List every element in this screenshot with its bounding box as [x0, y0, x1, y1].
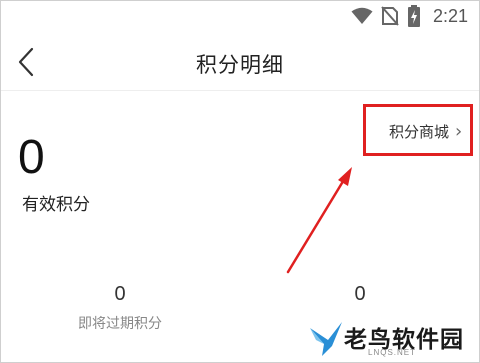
annotation-highlight-box [363, 104, 473, 156]
wifi-icon [351, 7, 373, 24]
status-bar: 2:21 [0, 0, 480, 32]
watermark-subtext: LNQS.NET [368, 348, 417, 357]
no-sim-icon [381, 6, 399, 26]
valid-points-value: 0 [18, 131, 45, 184]
second-points-value: 0 [354, 283, 366, 305]
header-divider [0, 90, 480, 91]
expiring-points-label: 即将过期积分 [78, 316, 162, 332]
expiring-points-value: 0 [114, 283, 126, 305]
battery-charging-icon [407, 5, 420, 27]
page-title: 积分明细 [196, 53, 284, 77]
status-time: 2:21 [432, 5, 468, 26]
bird-logo-icon [310, 322, 342, 356]
nav-bar: 积分明细 [0, 32, 480, 90]
status-icons: 2:21 [351, 4, 468, 28]
watermark-logo: 老鸟软件园 LNQS.NET [308, 316, 480, 363]
expiring-points-stat: 0 即将过期积分 [72, 283, 168, 333]
valid-points-label: 有效积分 [22, 195, 90, 215]
second-points-stat: 0 [340, 283, 380, 313]
